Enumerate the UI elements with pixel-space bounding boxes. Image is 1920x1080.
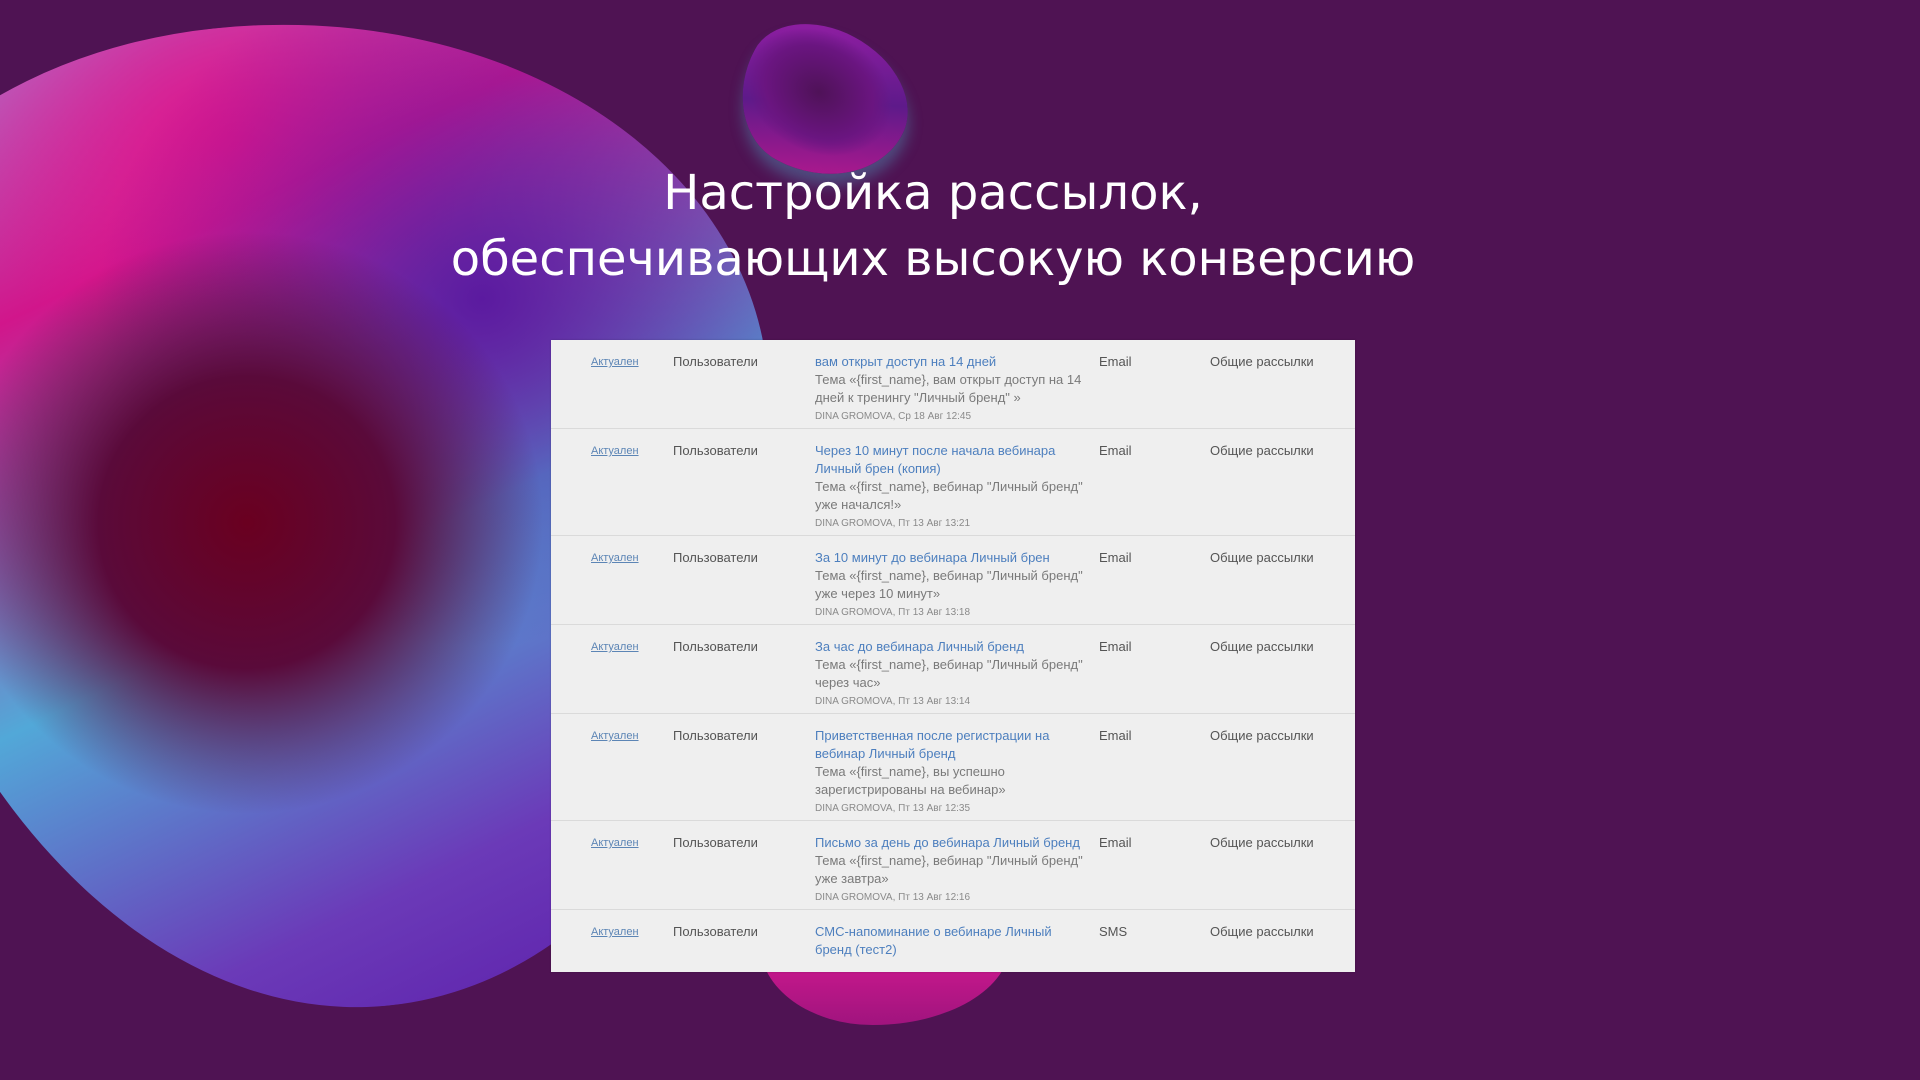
message-subject: Тема «{first_name}, вебинар "Личный брен… [815,657,1083,690]
message-title-link[interactable]: вам открыт доступ на 14 дней [815,353,1087,371]
mailings-table: Актуален Пользователи вам открыт доступ … [551,340,1355,972]
table-row[interactable]: Актуален Пользователи Через 10 минут пос… [551,429,1355,536]
message-cell: Приветственная после регистрации на веби… [815,727,1087,818]
audience-cell: Пользователи [673,639,758,654]
channel-cell: Email [1099,835,1132,850]
message-meta: DINA GROMOVA, Пт 13 Авг 13:18 [815,607,971,618]
message-title-link[interactable]: Через 10 минут после начала вебинара Лич… [815,442,1087,478]
group-cell: Общие рассылки [1210,443,1314,458]
audience-cell: Пользователи [673,354,758,369]
status-link[interactable]: Актуален [591,727,639,745]
status-link[interactable]: Актуален [591,923,639,941]
table-row[interactable]: Актуален Пользователи СМС-напоминание о … [551,910,1355,972]
table-row[interactable]: Актуален Пользователи Письмо за день до … [551,821,1355,910]
status-link[interactable]: Актуален [591,353,639,371]
group-cell: Общие рассылки [1210,550,1314,565]
message-cell: вам открыт доступ на 14 дней Тема «{firs… [815,353,1087,426]
message-cell: СМС-напоминание о вебинаре Личный бренд … [815,923,1087,959]
message-title-link[interactable]: За 10 минут до вебинара Личный брен [815,549,1087,567]
message-cell: Через 10 минут после начала вебинара Лич… [815,442,1087,533]
channel-cell: SMS [1099,924,1128,939]
message-cell: За 10 минут до вебинара Личный брен Тема… [815,549,1087,622]
table-row[interactable]: Актуален Пользователи За 10 минут до веб… [551,536,1355,625]
audience-cell: Пользователи [673,550,758,565]
message-title-link[interactable]: Приветственная после регистрации на веби… [815,727,1087,763]
audience-cell: Пользователи [673,924,758,939]
group-cell: Общие рассылки [1210,728,1314,743]
channel-cell: Email [1099,550,1132,565]
slide-title: Настройка рассылок, обеспечивающих высок… [0,160,1866,292]
table-row[interactable]: Актуален Пользователи вам открыт доступ … [551,340,1355,429]
message-meta: DINA GROMOVA, Пт 13 Авг 12:35 [815,803,971,814]
message-subject: Тема «{first_name}, вебинар "Личный брен… [815,853,1083,886]
message-subject: Тема «{first_name}, вам открыт доступ на… [815,372,1082,405]
audience-cell: Пользователи [673,443,758,458]
group-cell: Общие рассылки [1210,639,1314,654]
status-link[interactable]: Актуален [591,442,639,460]
audience-cell: Пользователи [673,728,758,743]
message-meta: DINA GROMOVA, Пт 13 Авг 13:14 [815,696,971,707]
channel-cell: Email [1099,639,1132,654]
slide-title-line-1: Настройка рассылок, [663,165,1203,221]
message-title-link[interactable]: СМС-напоминание о вебинаре Личный бренд … [815,923,1087,959]
message-meta: DINA GROMOVA, Пт 13 Авг 13:21 [815,518,971,529]
channel-cell: Email [1099,443,1132,458]
message-cell: Письмо за день до вебинара Личный бренд … [815,834,1087,907]
message-meta: DINA GROMOVA, Пт 13 Авг 12:16 [815,892,971,903]
message-meta: DINA GROMOVA, Ср 18 Авг 12:45 [815,411,972,422]
status-link[interactable]: Актуален [591,834,639,852]
message-subject: Тема «{first_name}, вы успешно зарегистр… [815,764,1006,797]
table-row[interactable]: Актуален Пользователи За час до вебинара… [551,625,1355,714]
group-cell: Общие рассылки [1210,835,1314,850]
group-cell: Общие рассылки [1210,924,1314,939]
message-subject: Тема «{first_name}, вебинар "Личный брен… [815,568,1083,601]
table-row[interactable]: Актуален Пользователи Приветственная пос… [551,714,1355,821]
message-subject: Тема «{first_name}, вебинар "Личный брен… [815,479,1083,512]
message-title-link[interactable]: За час до вебинара Личный бренд [815,638,1087,656]
slide-title-line-2: обеспечивающих высокую конверсию [450,231,1416,287]
group-cell: Общие рассылки [1210,354,1314,369]
message-title-link[interactable]: Письмо за день до вебинара Личный бренд [815,834,1087,852]
channel-cell: Email [1099,728,1132,743]
audience-cell: Пользователи [673,835,758,850]
channel-cell: Email [1099,354,1132,369]
message-cell: За час до вебинара Личный бренд Тема «{f… [815,638,1087,711]
status-link[interactable]: Актуален [591,638,639,656]
status-link[interactable]: Актуален [591,549,639,567]
